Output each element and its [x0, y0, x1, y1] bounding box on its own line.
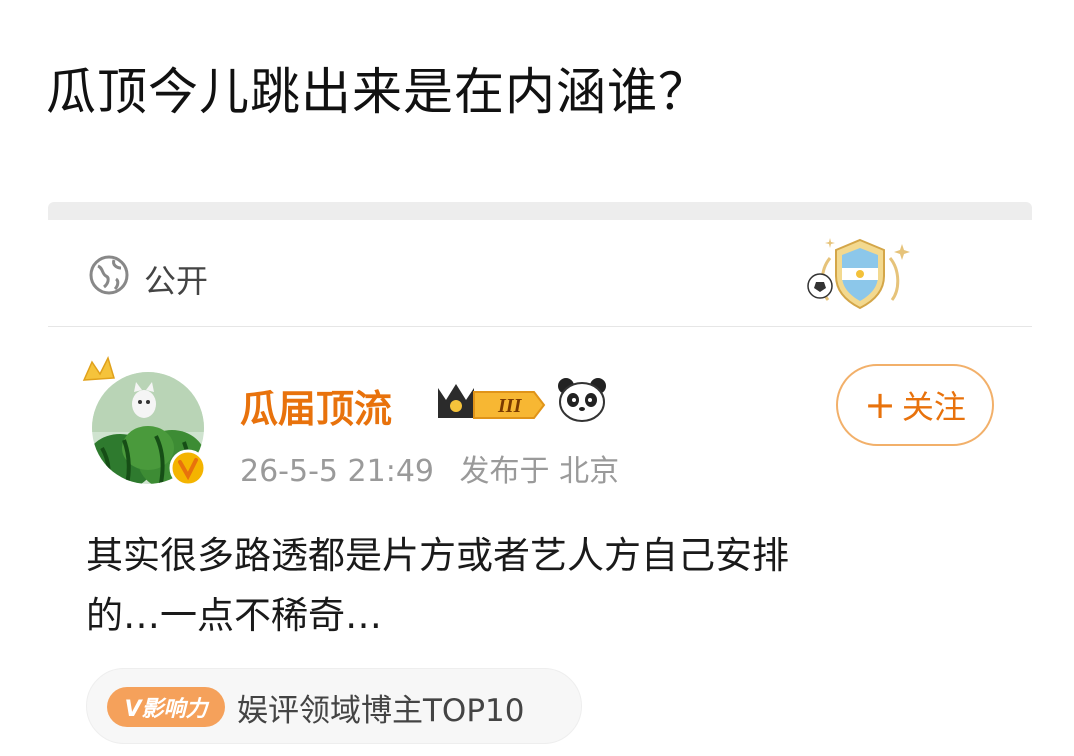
post-title: 瓜顶今儿跳出来是在内涵谁？	[46, 63, 709, 121]
visibility-label: 公开	[144, 262, 209, 300]
post-content-line-2: 的…一点不稀奇…	[86, 594, 382, 637]
post-content: 其实很多路透都是片方或者艺人方自己安排 的…一点不稀奇…	[86, 526, 966, 646]
author-name[interactable]: 瓜届顶流	[240, 378, 392, 433]
globe-icon	[89, 255, 129, 295]
influence-tag: V影响力	[107, 687, 225, 727]
plus-icon: +	[864, 383, 896, 427]
level-text: III	[497, 395, 523, 417]
crown-icon	[82, 355, 115, 381]
argentina-shield-badge-icon	[807, 238, 910, 310]
post-timestamp: 26-5-5 21:49	[240, 454, 434, 489]
influence-chip[interactable]: V影响力 娱评领域博主TOP10	[86, 668, 582, 744]
post-location: 发布于 北京	[459, 454, 620, 489]
follow-label: 关注	[901, 388, 966, 426]
card-top-edge	[48, 202, 1032, 220]
follow-button[interactable]: + 关注	[836, 364, 994, 446]
avatar[interactable]	[80, 352, 210, 488]
avatar-image	[82, 355, 207, 487]
panda-icon	[558, 378, 606, 422]
post-content-line-1: 其实很多路透都是片方或者艺人方自己安排	[86, 534, 789, 577]
influence-label: 娱评领域博主TOP10	[237, 693, 525, 729]
crown-level-badge-icon: III	[438, 384, 546, 419]
post-meta: 26-5-5 21:49 发布于 北京	[240, 446, 619, 490]
visibility-row: 公开	[48, 220, 1032, 327]
